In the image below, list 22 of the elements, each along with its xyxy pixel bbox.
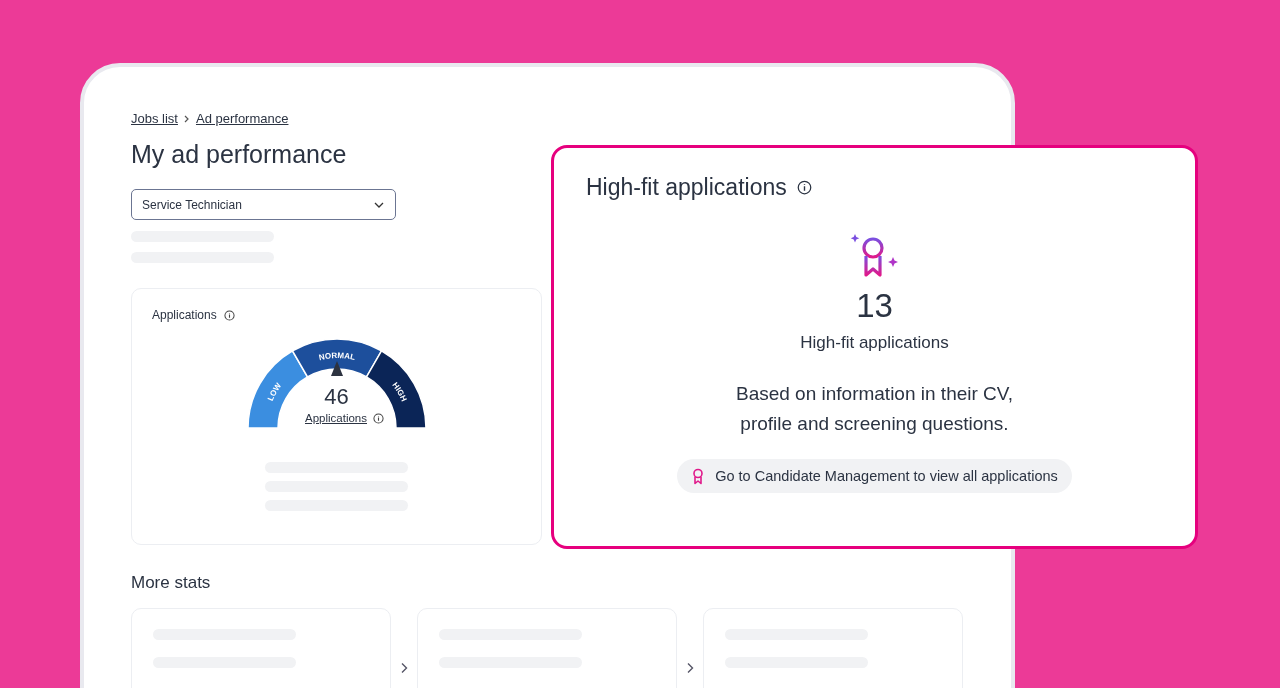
- card-title: High-fit applications: [586, 174, 787, 201]
- chevron-down-icon: [373, 200, 385, 209]
- gauge-needle: [330, 361, 343, 376]
- info-icon[interactable]: [796, 180, 812, 195]
- section-title: More stats: [131, 573, 212, 593]
- breadcrumb-link[interactable]: Jobs list: [131, 111, 178, 126]
- applications-link[interactable]: Applications: [305, 412, 367, 424]
- chevron-right-icon: [686, 662, 694, 674]
- breadcrumb-link[interactable]: Ad performance: [195, 111, 289, 126]
- page-title: My ad performance: [131, 140, 348, 169]
- job-dropdown[interactable]: Service Technician: [131, 189, 396, 220]
- chevron-right-icon: [183, 114, 190, 123]
- info-icon[interactable]: [223, 309, 235, 321]
- info-icon[interactable]: [373, 412, 384, 424]
- card-title: Applications: [152, 308, 217, 322]
- chevron-right-icon: [400, 662, 408, 674]
- high-fit-count: 13: [856, 287, 893, 325]
- count-label: High-fit applications: [800, 333, 949, 353]
- description-text: Based on information in their CV, profile and screening questions.: [735, 382, 1014, 436]
- candidate-management-link[interactable]: Go to Candidate Management to view all applications: [677, 459, 1072, 493]
- award-ribbon-icon: [691, 467, 706, 485]
- applications-count: 46: [324, 384, 349, 410]
